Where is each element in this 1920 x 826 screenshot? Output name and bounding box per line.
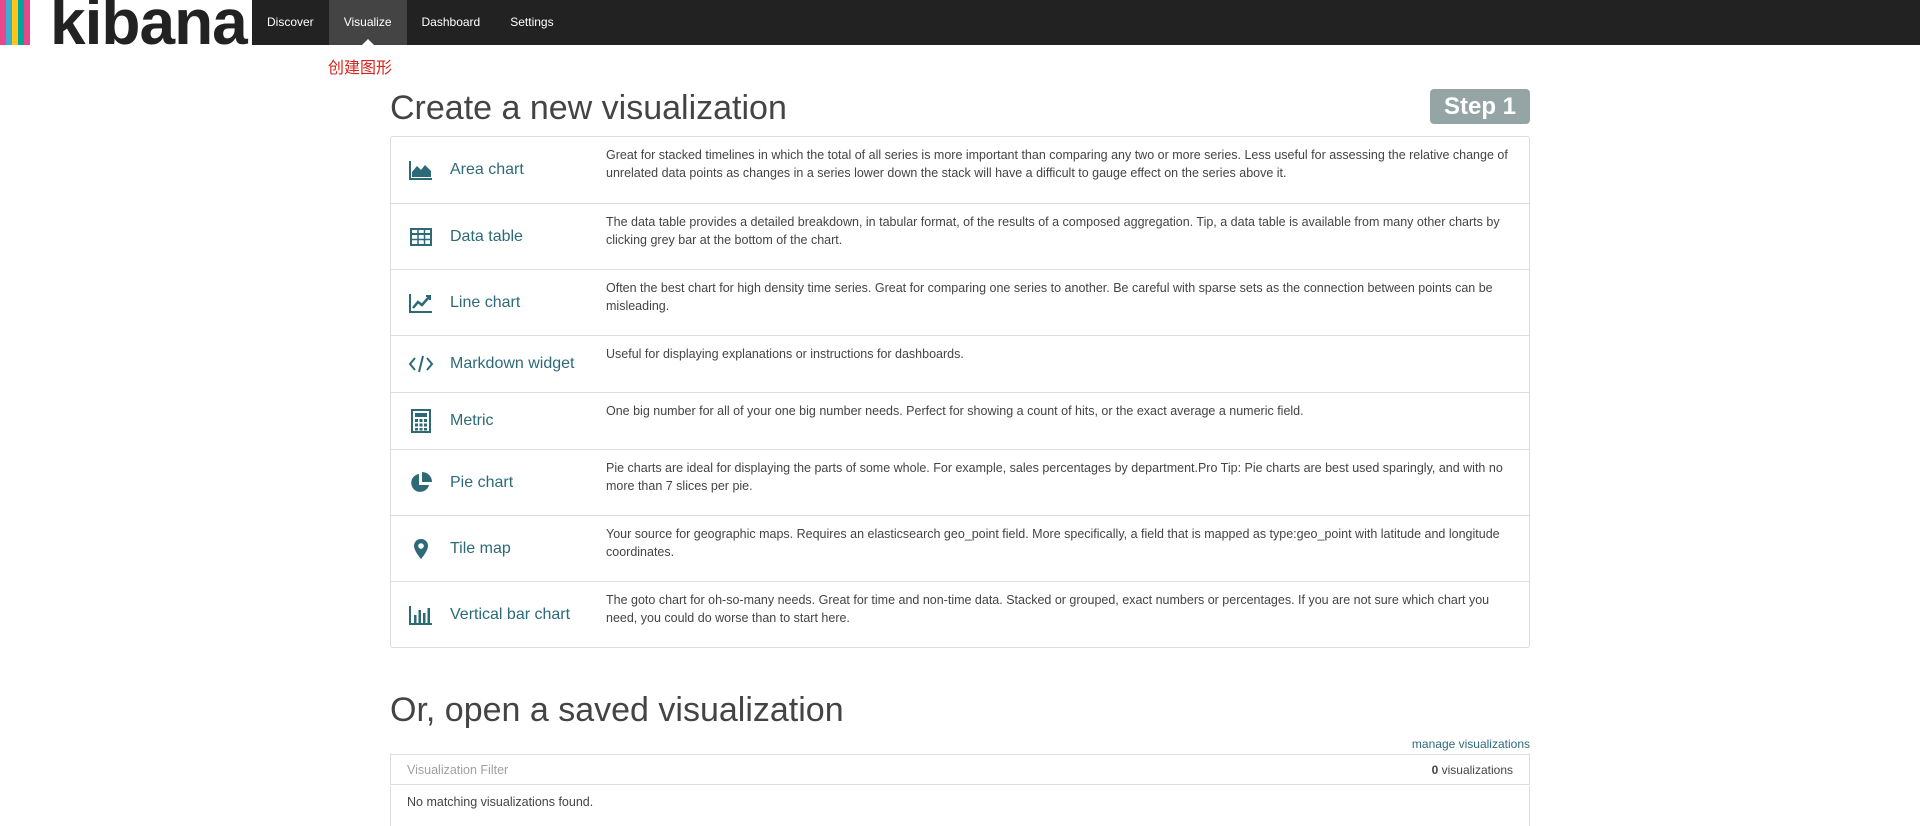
vis-type-area-chart[interactable]: Area chart Great for stacked timelines in… — [391, 137, 1529, 203]
vis-type-description: Often the best chart for high density ti… — [606, 281, 1493, 313]
vis-type-vertical-bar-chart[interactable]: Vertical bar chart The goto chart for oh-… — [391, 581, 1529, 647]
vis-type-description: Your source for geographic maps. Require… — [606, 527, 1500, 559]
nav-tab-visualize[interactable]: Visualize — [328, 0, 407, 45]
vis-type-tile-map[interactable]: Tile map Your source for geographic maps.… — [391, 515, 1529, 581]
vis-type-pie-chart[interactable]: Pie chart Pie charts are ideal for displa… — [391, 449, 1529, 515]
vis-type-description: Great for stacked timelines in which the… — [606, 148, 1508, 180]
vis-type-heading[interactable]: Metric — [391, 393, 606, 449]
calculator-icon — [408, 409, 434, 433]
vis-type-data-table[interactable]: Data table The data table provides a deta… — [391, 203, 1529, 269]
vis-type-name[interactable]: Vertical bar chart — [450, 606, 570, 624]
logo-color-bars — [0, 0, 30, 45]
manage-visualizations-link[interactable]: manage visualizations — [1412, 737, 1530, 751]
vis-type-line-chart[interactable]: Line chart Often the best chart for high … — [391, 269, 1529, 335]
visualization-count-label: visualizations — [1441, 762, 1513, 777]
vis-type-heading[interactable]: Markdown widget — [391, 336, 606, 392]
vis-type-markdown-widget[interactable]: Markdown widget Useful for displaying exp… — [391, 335, 1529, 392]
map-marker-icon — [408, 538, 434, 560]
section-header: Create a new visualization Step 1 — [390, 86, 1530, 136]
vis-type-name[interactable]: Data table — [450, 228, 523, 246]
nav-tab-settings[interactable]: Settings — [495, 0, 568, 45]
vis-type-description: Pie charts are ideal for displaying the … — [606, 461, 1503, 493]
vis-type-name[interactable]: Line chart — [450, 294, 520, 312]
vis-type-name[interactable]: Metric — [450, 412, 494, 430]
logo-bar-5 — [24, 0, 30, 45]
vis-type-name[interactable]: Pie chart — [450, 474, 513, 492]
vis-type-description: The data table provides a detailed break… — [606, 215, 1500, 247]
nav-tab-discover[interactable]: Discover — [252, 0, 329, 45]
bar-chart-icon — [408, 604, 434, 626]
vis-type-description: Useful for displaying explanations or in… — [606, 347, 964, 361]
vis-type-metric[interactable]: Metric One big number for all of your one… — [391, 392, 1529, 449]
visualization-count-number: 0 — [1431, 762, 1439, 777]
annotation-label: 创建图形 — [328, 58, 393, 77]
vis-type-heading[interactable]: Pie chart — [391, 450, 606, 515]
visualization-type-list: Area chart Great for stacked timelines in… — [390, 136, 1530, 648]
vis-type-heading[interactable]: Line chart — [391, 270, 606, 335]
saved-section-title: Or, open a saved visualization — [390, 691, 844, 729]
step-badge: Step 1 — [1429, 89, 1530, 124]
vis-type-heading[interactable]: Area chart — [391, 137, 606, 203]
vis-type-name[interactable]: Area chart — [450, 161, 524, 179]
nav-tabs: Discover Visualize Dashboard Settings — [252, 0, 569, 45]
nav-tab-dashboard[interactable]: Dashboard — [407, 0, 496, 45]
top-navbar: kibana Discover Visualize Dashboard Setting… — [0, 0, 1920, 45]
vis-type-heading[interactable]: Data table — [391, 204, 606, 269]
visualization-filter-bar: 0 visualizations — [390, 754, 1530, 785]
logo-text: kibana — [50, 0, 248, 45]
page-title: Create a new visualization — [390, 89, 787, 127]
vis-type-heading[interactable]: Vertical bar chart — [391, 582, 606, 647]
vis-type-name[interactable]: Tile map — [450, 540, 511, 558]
table-icon — [408, 226, 434, 248]
empty-results-message: No matching visualizations found. — [390, 786, 1530, 826]
pie-chart-icon — [408, 471, 434, 494]
create-visualization-section: Create a new visualization Step 1 Area c… — [390, 86, 1530, 648]
vis-type-description: The goto chart for oh-so-many needs. Gre… — [606, 593, 1490, 625]
code-icon — [408, 353, 434, 375]
area-chart-icon — [408, 159, 434, 181]
vis-type-description: One big number for all of your one big n… — [606, 404, 1304, 418]
visualization-filter-input[interactable] — [407, 762, 1432, 777]
kibana-logo[interactable]: kibana — [0, 0, 252, 45]
vis-type-name[interactable]: Markdown widget — [450, 355, 575, 373]
visualization-count: 0 visualizations — [1432, 763, 1513, 777]
vis-type-heading[interactable]: Tile map — [391, 516, 606, 581]
line-chart-icon — [408, 292, 434, 314]
